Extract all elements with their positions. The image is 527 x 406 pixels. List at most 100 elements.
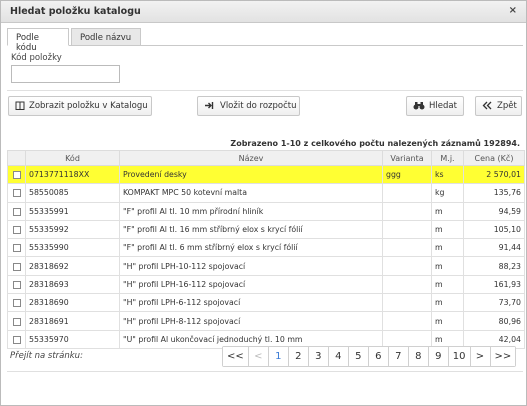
- row-unit: ks: [431, 164, 464, 185]
- page-button-8[interactable]: 8: [407, 347, 428, 366]
- row-variant: [382, 219, 432, 240]
- row-checkbox: [7, 256, 26, 276]
- code-field-label: Kód položky: [11, 53, 62, 63]
- divider: [7, 371, 523, 372]
- row-select-checkbox[interactable]: [12, 244, 21, 253]
- row-select-checkbox[interactable]: [12, 171, 21, 180]
- page-button-4[interactable]: 4: [327, 347, 348, 366]
- catalog-search-dialog: Hledat položku katalogu × Podle kódu Pod…: [0, 0, 527, 406]
- row-checkbox: [7, 311, 26, 331]
- row-select-checkbox[interactable]: [12, 207, 21, 216]
- row-name: "H" profil LPH-6-112 spojovací: [119, 293, 383, 313]
- table-row[interactable]: 28318691 "H" profil LPH-8-112 spojovací m 8…: [7, 311, 525, 331]
- row-name: Provedení desky: [119, 164, 383, 185]
- row-name: "H" profil LPH-8-112 spojovací: [119, 311, 383, 331]
- code-input[interactable]: [11, 65, 120, 83]
- first-page-button[interactable]: <<: [223, 347, 248, 366]
- table-row[interactable]: 0713771118XX Provedení desky ggg ks 2 570,01: [7, 164, 525, 185]
- row-code: 55335991: [25, 201, 120, 221]
- row-name: KOMPAKT MPC 50 kotevní malta: [119, 183, 383, 203]
- insert-into-budget-button[interactable]: Vložit do rozpočtu: [197, 96, 300, 116]
- row-variant: [382, 201, 432, 221]
- row-checkbox: [7, 274, 26, 295]
- row-variant: [382, 311, 432, 331]
- results-table: Kód Název Varianta M.j. Cena (Kč) 071377…: [7, 150, 525, 349]
- row-name: "H" profil LPH-10-112 spojovací: [119, 256, 383, 276]
- close-icon[interactable]: ×: [509, 5, 517, 16]
- row-price: 105,10: [463, 219, 525, 240]
- row-select-checkbox[interactable]: [12, 280, 21, 289]
- show-in-catalog-label: Zobrazit položku v Katalogu: [29, 101, 148, 111]
- row-unit: m: [431, 201, 464, 221]
- row-variant: [382, 183, 432, 203]
- row-code: 55335992: [25, 219, 120, 240]
- row-unit: m: [431, 274, 464, 295]
- search-tabs: Podle kódu Podle názvu: [7, 28, 523, 53]
- page-button-6[interactable]: 6: [367, 347, 388, 366]
- show-in-catalog-button[interactable]: Zobrazit položku v Katalogu: [8, 96, 152, 116]
- double-chevron-left-icon: [482, 101, 492, 113]
- row-checkbox: [7, 238, 26, 258]
- header-name[interactable]: Název: [119, 150, 383, 166]
- back-button[interactable]: Zpět: [475, 96, 522, 116]
- page-button-3[interactable]: 3: [307, 347, 328, 366]
- row-select-checkbox[interactable]: [12, 226, 21, 235]
- row-code: 28318691: [25, 311, 120, 331]
- row-select-checkbox[interactable]: [12, 262, 21, 271]
- row-checkbox: [7, 183, 26, 203]
- pagination: << < 1 2 3 4 5 6 7 8 9 10 > >>: [222, 346, 517, 367]
- table-row[interactable]: 55335992 "F" profil Al tl. 16 mm stříbrný…: [7, 219, 525, 240]
- row-select-checkbox[interactable]: [12, 189, 21, 198]
- last-page-button[interactable]: >>: [489, 347, 516, 366]
- next-page-button[interactable]: >: [469, 347, 490, 366]
- row-price: 94,59: [463, 201, 525, 221]
- row-name: "F" profil Al tl. 16 mm stříbrný elox s …: [119, 219, 383, 240]
- search-button[interactable]: Hledat: [406, 96, 464, 116]
- prev-page-button[interactable]: <: [247, 347, 268, 366]
- row-select-checkbox[interactable]: [12, 317, 21, 326]
- page-button-2[interactable]: 2: [287, 347, 308, 366]
- row-unit: m: [431, 219, 464, 240]
- table-row[interactable]: 28318693 "H" profil LPH-16-112 spojovací m…: [7, 274, 525, 295]
- binoculars-icon: [413, 101, 425, 113]
- row-variant: [382, 256, 432, 276]
- table-row[interactable]: 58550085 KOMPAKT MPC 50 kotevní malta kg 13…: [7, 183, 525, 203]
- page-button-5[interactable]: 5: [347, 347, 368, 366]
- row-price: 73,70: [463, 293, 525, 313]
- row-price: 88,23: [463, 256, 525, 276]
- row-variant: [382, 293, 432, 313]
- results-summary: Zobrazeno 1-10 z celkového počtu nalezen…: [230, 139, 520, 148]
- row-variant: [382, 238, 432, 258]
- row-code: 28318693: [25, 274, 120, 295]
- header-price[interactable]: Cena (Kč): [463, 150, 525, 166]
- tab-by-name[interactable]: Podle názvu: [71, 28, 141, 46]
- page-button-10[interactable]: 10: [447, 347, 470, 366]
- table-row[interactable]: 28318692 "H" profil LPH-10-112 spojovací m…: [7, 256, 525, 276]
- dialog-title: Hledat položku katalogu: [10, 6, 141, 17]
- row-select-checkbox[interactable]: [12, 299, 21, 308]
- row-code: 0713771118XX: [25, 164, 120, 185]
- row-checkbox: [7, 201, 26, 221]
- insert-into-budget-label: Vložit do rozpočtu: [220, 101, 297, 111]
- row-variant: [382, 274, 432, 295]
- table-row[interactable]: 28318690 "H" profil LPH-6-112 spojovací m 7…: [7, 293, 525, 313]
- row-price: 161,93: [463, 274, 525, 295]
- row-name: "F" profil Al tl. 10 mm přírodní hliník: [119, 201, 383, 221]
- table-row[interactable]: 55335991 "F" profil Al tl. 10 mm přírodní…: [7, 201, 525, 221]
- page-button-9[interactable]: 9: [427, 347, 448, 366]
- table-row[interactable]: 55335990 "F" profil Al tl. 6 mm stříbrný …: [7, 238, 525, 258]
- row-unit: m: [431, 238, 464, 258]
- row-select-checkbox[interactable]: [12, 335, 21, 344]
- row-variant: ggg: [382, 164, 432, 185]
- row-code: 58550085: [25, 183, 120, 203]
- header-code[interactable]: Kód: [25, 150, 120, 166]
- row-unit: kg: [431, 183, 464, 203]
- header-variant[interactable]: Varianta: [382, 150, 432, 166]
- row-checkbox: [7, 293, 26, 313]
- header-unit[interactable]: M.j.: [431, 150, 464, 166]
- row-code: 55335990: [25, 238, 120, 258]
- page-button-7[interactable]: 7: [387, 347, 408, 366]
- tab-by-code[interactable]: Podle kódu: [7, 28, 69, 53]
- page-button-1[interactable]: 1: [267, 347, 288, 366]
- dialog-titlebar: Hledat položku katalogu ×: [1, 1, 526, 23]
